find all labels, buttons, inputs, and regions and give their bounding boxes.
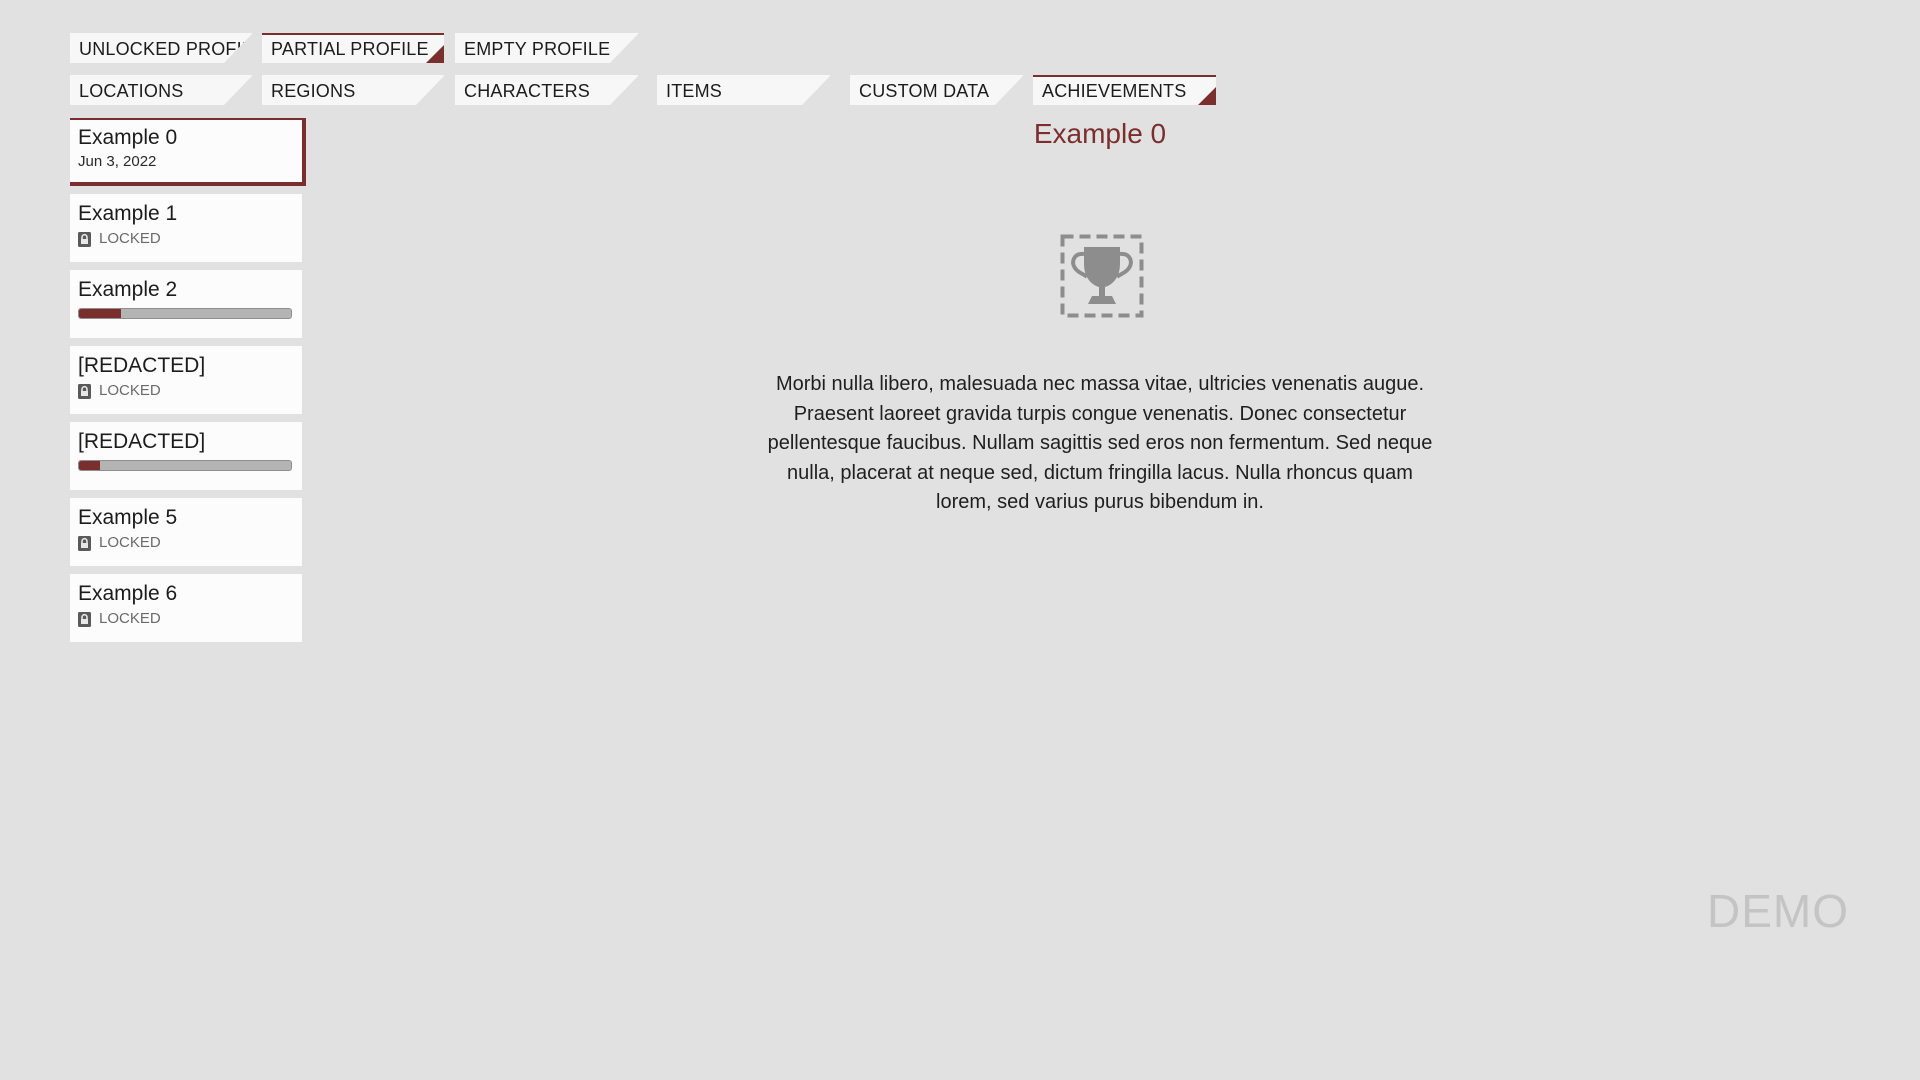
tab-locations[interactable]: LOCATIONS bbox=[70, 75, 252, 105]
list-item-title: Example 0 bbox=[78, 126, 178, 149]
locked-label: LOCKED bbox=[99, 610, 161, 627]
locked-label: LOCKED bbox=[99, 382, 161, 399]
progress-fill bbox=[79, 309, 122, 318]
tab-achievements-label: ACHIEVEMENTS bbox=[1042, 81, 1187, 101]
lock-icon bbox=[78, 611, 91, 627]
lock-icon bbox=[78, 231, 91, 247]
tab-achievements[interactable]: ACHIEVEMENTS bbox=[1033, 75, 1216, 105]
tab-partial-profile-label: PARTIAL PROFILE bbox=[271, 39, 429, 59]
list-item-redacted-4[interactable]: [REDACTED] bbox=[70, 422, 302, 490]
demo-watermark: DEMO bbox=[1707, 885, 1849, 937]
lock-icon bbox=[78, 535, 91, 551]
list-item-example-6[interactable]: Example 6 LOCKED bbox=[70, 574, 302, 642]
tab-items[interactable]: ITEMS bbox=[657, 75, 830, 105]
tab-regions[interactable]: REGIONS bbox=[262, 75, 444, 105]
achievement-description: Morbi nulla libero, malesuada nec massa … bbox=[767, 373, 1433, 513]
progress-fill bbox=[79, 461, 101, 470]
locked-status: LOCKED bbox=[78, 610, 302, 628]
tab-custom-data[interactable]: CUSTOM DATA bbox=[850, 75, 1023, 105]
list-item-title: Example 2 bbox=[78, 278, 178, 301]
list-item-title: Example 5 bbox=[78, 506, 178, 529]
list-item-title: Example 1 bbox=[78, 202, 178, 225]
list-item-example-1[interactable]: Example 1 LOCKED bbox=[70, 194, 302, 262]
tab-unlocked-profile[interactable]: UNLOCKED PROFILE bbox=[70, 33, 252, 63]
lock-icon bbox=[78, 383, 91, 399]
list-item-redacted-3[interactable]: [REDACTED] LOCKED bbox=[70, 346, 302, 414]
tab-characters[interactable]: CHARACTERS bbox=[455, 75, 638, 105]
list-item-example-2[interactable]: Example 2 bbox=[70, 270, 302, 338]
tab-partial-profile[interactable]: PARTIAL PROFILE bbox=[262, 33, 444, 63]
locked-status: LOCKED bbox=[78, 382, 302, 400]
list-item-example-5[interactable]: Example 5 LOCKED bbox=[70, 498, 302, 566]
locked-status: LOCKED bbox=[78, 230, 302, 248]
locked-label: LOCKED bbox=[99, 534, 161, 551]
achievement-detail-title: Example 0 bbox=[1033, 118, 1167, 149]
list-item-title: [REDACTED] bbox=[78, 354, 206, 377]
locked-label: LOCKED bbox=[99, 230, 161, 247]
locked-status: LOCKED bbox=[78, 534, 302, 552]
list-item-title: [REDACTED] bbox=[78, 430, 206, 453]
list-item-example-0[interactable]: Example 0 Jun 3, 2022 bbox=[70, 118, 306, 186]
trophy-icon bbox=[1060, 234, 1144, 318]
list-item-title: Example 6 bbox=[78, 582, 178, 605]
tab-empty-profile[interactable]: EMPTY PROFILE bbox=[455, 33, 638, 63]
progress-bar bbox=[78, 460, 292, 471]
list-item-date: Jun 3, 2022 bbox=[78, 153, 157, 170]
progress-bar bbox=[78, 308, 292, 319]
